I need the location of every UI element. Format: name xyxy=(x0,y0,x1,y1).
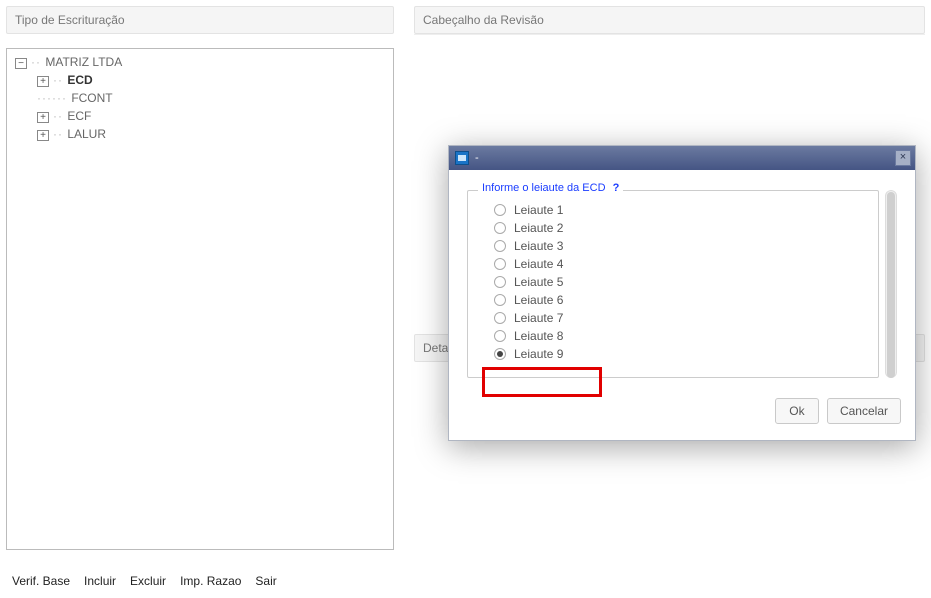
minus-icon[interactable]: − xyxy=(15,58,27,69)
help-icon[interactable]: ? xyxy=(613,182,620,194)
plus-icon[interactable]: + xyxy=(37,112,49,123)
radio-label: Leiaute 3 xyxy=(514,239,563,253)
radio-leiaute-3[interactable]: Leiaute 3 xyxy=(494,239,860,253)
close-icon[interactable]: × xyxy=(895,150,911,166)
tree-node-lalur[interactable]: +·· LALUR xyxy=(37,125,385,143)
tree-node-ecf[interactable]: +·· ECF xyxy=(37,107,385,125)
modal-footer: Ok Cancelar xyxy=(449,388,915,440)
modal-leiaute: - × Informe o leiaute da ECD ? Leiaute 1… xyxy=(448,145,916,441)
radio-label: Leiaute 5 xyxy=(514,275,563,289)
radio-icon xyxy=(494,222,506,234)
modal-header[interactable]: - × xyxy=(449,146,915,170)
radio-label: Leiaute 6 xyxy=(514,293,563,307)
radio-list: Leiaute 1 Leiaute 2 Leiaute 3 Leiaute 4 … xyxy=(486,203,860,361)
radio-leiaute-4[interactable]: Leiaute 4 xyxy=(494,257,860,271)
tree-root-label: MATRIZ LTDA xyxy=(45,55,122,69)
radio-icon xyxy=(494,348,506,360)
radio-label: Leiaute 4 xyxy=(514,257,563,271)
tree-node-fcont[interactable]: ······ FCONT xyxy=(37,89,385,107)
radio-leiaute-5[interactable]: Leiaute 5 xyxy=(494,275,860,289)
left-panel: Tipo de Escrituração −·· MATRIZ LTDA +··… xyxy=(0,0,400,598)
radio-label: Leiaute 8 xyxy=(514,329,563,343)
radio-leiaute-1[interactable]: Leiaute 1 xyxy=(494,203,860,217)
modal-title: - xyxy=(475,152,479,164)
radio-leiaute-9[interactable]: Leiaute 9 xyxy=(494,347,860,361)
tree-container: −·· MATRIZ LTDA +·· ECD ······ FCONT +··… xyxy=(6,48,394,550)
radio-leiaute-7[interactable]: Leiaute 7 xyxy=(494,311,860,325)
radio-icon xyxy=(494,204,506,216)
sair-button[interactable]: Sair xyxy=(255,574,276,588)
tree-node-ecd[interactable]: +·· ECD xyxy=(37,71,385,89)
radio-leiaute-8[interactable]: Leiaute 8 xyxy=(494,329,860,343)
modal-body: Informe o leiaute da ECD ? Leiaute 1 Lei… xyxy=(449,170,915,388)
radio-icon xyxy=(494,312,506,324)
radio-icon xyxy=(494,258,506,270)
fieldset-leiaute: Informe o leiaute da ECD ? Leiaute 1 Lei… xyxy=(467,190,879,378)
radio-leiaute-6[interactable]: Leiaute 6 xyxy=(494,293,860,307)
panel-title-cabecalho: Cabeçalho da Revisão xyxy=(414,6,925,34)
imp-razao-button[interactable]: Imp. Razao xyxy=(180,574,241,588)
radio-icon xyxy=(494,330,506,342)
verif-base-button[interactable]: Verif. Base xyxy=(12,574,70,588)
scrollbar[interactable] xyxy=(885,190,897,378)
tree-root[interactable]: −·· MATRIZ LTDA +·· ECD ······ FCONT +··… xyxy=(15,53,385,143)
radio-leiaute-2[interactable]: Leiaute 2 xyxy=(494,221,860,235)
tree-node-label: FCONT xyxy=(71,91,112,105)
radio-label: Leiaute 1 xyxy=(514,203,563,217)
radio-label: Leiaute 7 xyxy=(514,311,563,325)
window-icon xyxy=(455,151,469,165)
plus-icon[interactable]: + xyxy=(37,76,49,87)
incluir-button[interactable]: Incluir xyxy=(84,574,116,588)
cancel-button[interactable]: Cancelar xyxy=(827,398,901,424)
tree-node-label: LALUR xyxy=(67,127,106,141)
ok-button[interactable]: Ok xyxy=(775,398,819,424)
toolbar: Verif. Base Incluir Excluir Imp. Razao S… xyxy=(6,562,394,592)
fieldset-legend: Informe o leiaute da ECD ? xyxy=(478,182,623,194)
excluir-button[interactable]: Excluir xyxy=(130,574,166,588)
tree-node-label: ECD xyxy=(67,73,92,87)
radio-label: Leiaute 2 xyxy=(514,221,563,235)
radio-icon xyxy=(494,294,506,306)
radio-icon xyxy=(494,240,506,252)
tree-node-label: ECF xyxy=(67,109,91,123)
panel-title-tipo: Tipo de Escrituração xyxy=(6,6,394,34)
radio-label: Leiaute 9 xyxy=(514,347,563,361)
plus-icon[interactable]: + xyxy=(37,130,49,141)
radio-icon xyxy=(494,276,506,288)
